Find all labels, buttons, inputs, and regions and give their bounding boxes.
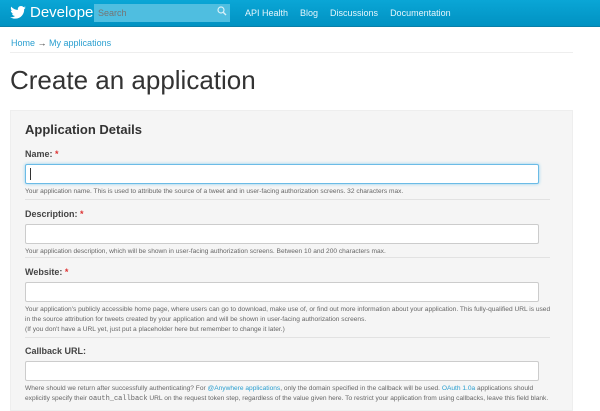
breadcrumb-my-applications[interactable]: My applications: [49, 38, 111, 48]
website-label: Website: *: [25, 267, 555, 277]
anywhere-applications-link[interactable]: @Anywhere applications: [208, 385, 281, 392]
help-text: , only the domain specified in the callb…: [280, 385, 442, 392]
top-nav-bar: Developers API Health Blog Discussions D…: [0, 0, 600, 27]
callback-label: Callback URL:: [25, 346, 87, 356]
developers-logo[interactable]: Developers: [10, 4, 106, 21]
help-text: Where should we return after successfull…: [25, 385, 208, 392]
search-icon[interactable]: [217, 6, 227, 16]
website-help-note: (If you don't have a URL yet, just put a…: [25, 326, 285, 333]
divider: [25, 337, 550, 338]
name-label-text: Name:: [25, 149, 53, 159]
oauth-link[interactable]: OAuth 1.0a: [442, 385, 475, 392]
nav-documentation[interactable]: Documentation: [390, 8, 451, 18]
callback-help: Where should we return after successfull…: [25, 384, 555, 404]
oauth-callback-code: oauth_callback: [88, 395, 148, 403]
required-marker: *: [55, 149, 59, 159]
nav-blog[interactable]: Blog: [300, 8, 318, 18]
nav-api-health[interactable]: API Health: [245, 8, 288, 18]
text-cursor: [30, 168, 31, 180]
name-field-group: Name: * Your application name. This is u…: [25, 149, 555, 197]
website-label-text: Website:: [25, 267, 63, 277]
name-input[interactable]: [25, 164, 539, 184]
application-details-panel: Application Details Name: * Your applica…: [10, 110, 573, 411]
callback-field-group: Callback URL: Where should we return aft…: [25, 346, 555, 404]
twitter-bird-icon: [10, 6, 26, 19]
description-input[interactable]: [25, 224, 539, 244]
website-input[interactable]: [25, 282, 539, 302]
website-help: Your application's publicly accessible h…: [25, 305, 555, 335]
website-field-group: Website: * Your application's publicly a…: [25, 267, 555, 335]
panel-title: Application Details: [25, 122, 143, 137]
search-input[interactable]: [94, 4, 230, 22]
breadcrumb-arrow: →: [37, 38, 47, 48]
description-help: Your application description, which will…: [25, 248, 386, 255]
name-label: Name: *: [25, 149, 555, 159]
description-field-group: Description: * Your application descript…: [25, 209, 555, 257]
website-help-text: Your application's publicly accessible h…: [25, 306, 551, 323]
required-marker: *: [64, 267, 69, 277]
help-text: URL on the request token step, regardles…: [147, 395, 549, 402]
breadcrumb-home[interactable]: Home: [11, 38, 35, 48]
nav-discussions[interactable]: Discussions: [330, 8, 378, 18]
description-label-text: Description:: [25, 209, 78, 219]
required-marker: *: [80, 209, 84, 219]
main-nav: API Health Blog Discussions Documentatio…: [245, 8, 451, 18]
breadcrumb: Home → My applications: [11, 38, 111, 48]
name-help: Your application name. This is used to a…: [25, 188, 404, 195]
page-title: Create an application: [10, 65, 256, 95]
callback-url-input[interactable]: [25, 361, 539, 381]
divider: [25, 257, 550, 258]
divider: [10, 52, 573, 53]
description-label: Description: *: [25, 209, 555, 219]
divider: [25, 199, 550, 200]
